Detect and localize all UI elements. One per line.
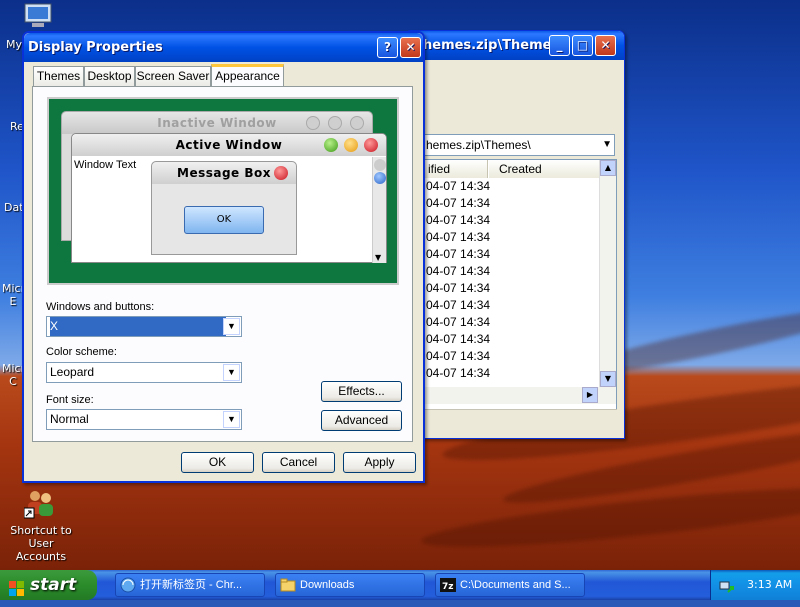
advanced-button[interactable]: Advanced [321, 410, 402, 431]
list-item[interactable]: 04-07 14:34 [426, 179, 490, 193]
minimize-icon [324, 138, 338, 152]
apply-button[interactable]: Apply [343, 452, 416, 473]
list-item[interactable]: 04-07 14:34 [426, 213, 490, 227]
tab-themes[interactable]: Themes [33, 66, 84, 86]
list-item[interactable]: 04-07 14:34 [426, 247, 490, 261]
7zip-icon: 7z [440, 577, 456, 593]
dialog-title: Display Properties [28, 40, 163, 55]
preview-scrollbar: ▼ [372, 157, 386, 263]
font-size-select[interactable]: Normal ▼ [46, 409, 242, 430]
ok-button[interactable]: OK [181, 452, 254, 473]
inactive-window-title: Inactive Window [62, 112, 372, 134]
help-button[interactable]: ? [377, 37, 398, 58]
windows-and-buttons-label: Windows and buttons: [46, 301, 155, 313]
vertical-scrollbar[interactable]: ▲ ▼ [599, 160, 616, 387]
desktop-icon-my-computer[interactable] [22, 2, 54, 30]
taskbar-item-chrome[interactable]: 打开新标签页 - Chr... [115, 573, 265, 597]
folder-icon [280, 577, 296, 593]
close-icon [274, 166, 288, 180]
system-tray: 3:13 AM [710, 570, 800, 600]
list-item[interactable]: 04-07 14:34 [426, 281, 490, 295]
chevron-down-icon[interactable]: ▼ [223, 318, 240, 335]
address-text: hemes.zip\Themes\ [426, 138, 531, 152]
list-item[interactable]: 04-07 14:34 [426, 366, 490, 380]
message-box-preview: Message Box OK [151, 161, 297, 255]
windows-and-buttons-select[interactable]: X ▼ [46, 316, 242, 337]
scroll-down-arrow-icon[interactable]: ▼ [600, 371, 616, 387]
scroll-right-arrow-icon[interactable]: ▶ [582, 387, 598, 403]
close-icon [364, 138, 378, 152]
preview-ok-button: OK [184, 206, 264, 234]
tab-screen-saver[interactable]: Screen Saver [135, 66, 211, 86]
desktop-icon-label[interactable]: Dat [4, 201, 24, 214]
taskbar-item-downloads[interactable]: Downloads [275, 573, 425, 597]
minimize-button[interactable]: _ [549, 35, 570, 56]
list-item[interactable]: 04-07 14:34 [426, 315, 490, 329]
chevron-down-icon[interactable]: ▼ [223, 364, 240, 381]
color-scheme-label: Color scheme: [46, 346, 117, 358]
taskbar-item-label: 打开新标签页 - Chr... [140, 579, 243, 591]
shortcut-label[interactable]: User Accounts [4, 537, 78, 563]
font-size-value: Normal [50, 412, 89, 426]
column-header-created[interactable]: Created [489, 160, 599, 178]
shortcut-label[interactable]: Shortcut to [4, 524, 78, 537]
taskbar: start 打开新标签页 - Chr... Downloads 7z C:\Do… [0, 570, 800, 600]
list-item[interactable]: 04-07 14:34 [426, 298, 490, 312]
list-item[interactable]: 04-07 14:34 [426, 230, 490, 244]
address-bar[interactable]: hemes.zip\Themes\ ▼ [421, 134, 615, 156]
taskbar-item-7zip[interactable]: 7z C:\Documents and S... [435, 573, 585, 597]
active-window-title: Active Window [72, 134, 386, 156]
list-item[interactable]: 04-07 14:34 [426, 332, 490, 346]
appearance-preview: Inactive Window Active Window Window Tex… [47, 97, 399, 285]
taskbar-item-label: C:\Documents and S... [460, 579, 571, 591]
clock[interactable]: 3:13 AM [747, 570, 792, 600]
desktop-icon-label[interactable]: Micr C [2, 362, 25, 388]
column-header-modified[interactable]: ified [422, 160, 488, 178]
close-button[interactable]: ✕ [400, 37, 421, 58]
maximize-icon [344, 138, 358, 152]
chevron-down-icon[interactable]: ▼ [223, 411, 240, 428]
horizontal-scrollbar[interactable]: ▶ [422, 387, 616, 404]
close-button[interactable]: ✕ [595, 35, 616, 56]
start-label: start [30, 575, 77, 595]
browser-icon [120, 577, 136, 593]
svg-text:7z: 7z [442, 582, 454, 592]
maximize-button[interactable]: □ [572, 35, 593, 56]
taskbar-item-label: Downloads [300, 579, 355, 591]
chevron-down-icon[interactable]: ▼ [602, 135, 612, 155]
desktop-icon-label[interactable]: My [6, 38, 22, 51]
tab-desktop[interactable]: Desktop [84, 66, 135, 86]
scroll-up-arrow-icon[interactable]: ▲ [600, 160, 616, 176]
windows-and-buttons-value: X [50, 317, 226, 336]
tab-appearance[interactable]: Appearance [211, 64, 284, 87]
color-scheme-value: Leopard [50, 365, 95, 379]
network-icon[interactable] [719, 577, 735, 593]
start-button[interactable]: start [0, 570, 97, 600]
list-item[interactable]: 04-07 14:34 [426, 349, 490, 363]
explorer-title: hemes.zip\Themes\ [423, 38, 564, 53]
color-scheme-select[interactable]: Leopard ▼ [46, 362, 242, 383]
users-icon[interactable] [23, 488, 56, 520]
window-text: Window Text [74, 159, 137, 171]
cancel-button[interactable]: Cancel [262, 452, 335, 473]
desktop-icon-label[interactable]: Micr E [2, 282, 25, 308]
list-item[interactable]: 04-07 14:34 [426, 196, 490, 210]
list-item[interactable]: 04-07 14:34 [426, 264, 490, 278]
effects-button[interactable]: Effects... [321, 381, 402, 402]
windows-logo-icon [9, 577, 25, 596]
font-size-label: Font size: [46, 394, 94, 406]
